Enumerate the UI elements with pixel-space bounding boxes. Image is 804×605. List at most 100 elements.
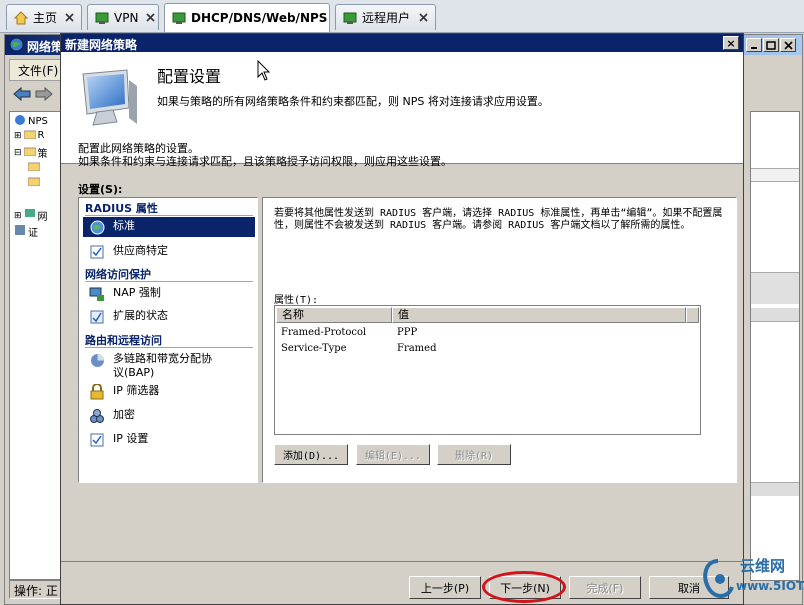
folder-icon [27, 161, 41, 174]
edit-button-label: 编辑(E)... [364, 451, 422, 462]
settings-item-vendor-specific[interactable]: 供应商特定 [83, 242, 255, 262]
settings-item-label: 标准 [113, 219, 135, 232]
section-divider [85, 281, 253, 282]
tree-item[interactable]: NPS [14, 114, 48, 129]
nps-console-title: 网络策 [27, 40, 64, 54]
close-icon[interactable] [63, 12, 75, 24]
settings-item-label: 扩展的状态 [113, 309, 168, 322]
vm-icon [171, 10, 187, 26]
next-button-highlight-ring [482, 571, 566, 603]
remove-button[interactable]: 删除(R) [437, 444, 511, 465]
console-tree: NPS ⊞ R ⊟ 策 ⊞ 网 证 [9, 111, 65, 581]
attributes-label: 属性(T): [274, 295, 319, 306]
checklist-icon [89, 432, 105, 448]
section-header-radius-attributes: RADIUS 属性 [85, 202, 158, 215]
settings-item-label: NAP 强制 [113, 286, 161, 299]
settings-item-standard[interactable]: 标准 [83, 217, 255, 237]
add-button-label: 添加(D)... [282, 451, 340, 462]
settings-detail-panel: 若要将其他属性发送到 RADIUS 客户端，请选择 RADIUS 标准属性，再单… [262, 197, 737, 483]
settings-item-nap-enforcement[interactable]: NAP 强制 [83, 284, 255, 304]
table-row[interactable]: Framed-Protocol PPP [281, 327, 417, 338]
globe-icon [89, 219, 105, 235]
settings-item-encryption[interactable]: 加密 [83, 406, 255, 426]
pie-chart-icon [89, 352, 105, 368]
cancel-button-label: 取消 [678, 581, 700, 595]
tab-label: VPN [114, 10, 139, 25]
column-header-filler [686, 307, 699, 323]
mouse-cursor-icon [257, 59, 271, 85]
actions-header [751, 308, 799, 322]
tree-item-label: 策 [37, 149, 48, 160]
vm-icon [342, 10, 358, 26]
settings-item-bap[interactable]: 多链路和带宽分配协议(BAP) [83, 350, 223, 382]
back-button[interactable]: 上一步(P) [409, 576, 481, 599]
section-header-routing-remote-access: 路由和远程访问 [85, 334, 162, 347]
settings-item-extended-state[interactable]: 扩展的状态 [83, 307, 255, 327]
dialog-title: 新建网络策略 [65, 38, 138, 52]
actions-header [751, 482, 799, 496]
maximize-button[interactable] [763, 38, 779, 52]
nap-enforcement-icon [89, 286, 105, 302]
actions-section [751, 272, 799, 304]
tree-item[interactable] [27, 161, 41, 174]
nps-icon [14, 114, 26, 129]
forward-arrow-icon[interactable] [35, 86, 53, 104]
tab-vpn[interactable]: VPN [87, 4, 159, 30]
add-button[interactable]: 添加(D)... [274, 444, 348, 465]
column-header-name[interactable]: 名称 [276, 307, 392, 323]
edit-button[interactable]: 编辑(E)... [356, 444, 430, 465]
tab-label: DHCP/DNS/Web/NPS [191, 11, 328, 25]
tree-item[interactable] [27, 176, 41, 189]
settings-description: 配置此网络策略的设置。 如果条件和约束与连接请求匹配，且该策略授予访问权限，则应… [78, 142, 452, 168]
section-divider [85, 215, 253, 216]
settings-item-label: IP 筛选器 [113, 384, 160, 397]
close-icon[interactable] [144, 12, 156, 24]
section-divider [85, 347, 253, 348]
tab-remote-user[interactable]: 远程用户 [335, 4, 436, 30]
settings-item-label: 供应商特定 [113, 244, 168, 257]
status-text: 操作: 正 [14, 584, 58, 598]
tree-item[interactable]: ⊞ R [14, 129, 45, 142]
settings-item-ip-settings[interactable]: IP 设置 [83, 430, 255, 450]
nps-icon [9, 37, 24, 55]
tab-dhcp-dns-web-nps[interactable]: DHCP/DNS/Web/NPS [164, 3, 330, 32]
finish-button-label: 完成(F) [586, 581, 624, 595]
dialog-close-button[interactable]: × [723, 36, 739, 50]
watermark-url: www.5IOT.com [736, 579, 804, 593]
radius-instructions: 若要将其他属性发送到 RADIUS 客户端，请选择 RADIUS 标准属性，再单… [274, 208, 723, 231]
footer-divider [61, 561, 743, 562]
section-header-network-access-protection: 网络访问保护 [85, 268, 151, 281]
attribute-name: Framed-Protocol [281, 327, 367, 338]
folder-icon [23, 129, 37, 142]
column-header-value[interactable]: 值 [392, 307, 686, 323]
settings-item-label: 加密 [113, 408, 135, 421]
close-icon[interactable] [417, 12, 429, 24]
tree-item[interactable]: 证 [14, 224, 38, 239]
close-button[interactable] [780, 38, 796, 52]
tree-item[interactable]: ⊟ 策 [14, 145, 48, 160]
finish-button[interactable]: 完成(F) [569, 576, 641, 599]
tree-item-label: NPS [28, 116, 48, 127]
tree-item[interactable]: ⊞ 网 [14, 208, 48, 223]
attributes-list-header: 名称 值 [276, 307, 699, 323]
minimize-button[interactable] [746, 38, 762, 52]
table-row[interactable]: Service-Type Framed [281, 343, 436, 354]
monitor-icon [79, 68, 141, 133]
vm-icon [94, 10, 110, 26]
watermark-text: 云维网 [740, 557, 786, 575]
watermark: 云维网 www.5IOT.com [700, 555, 804, 605]
settings-item-label: IP 设置 [113, 432, 149, 445]
attributes-list[interactable]: 名称 值 Framed-Protocol PPP Service-Type Fr… [274, 305, 701, 435]
back-button-label: 上一步(P) [420, 581, 470, 595]
tab-home[interactable]: 主页 [6, 4, 82, 30]
remove-button-label: 删除(R) [454, 451, 494, 462]
back-arrow-icon[interactable] [13, 86, 31, 104]
page-title: 配置设置 [157, 67, 222, 86]
tree-item-label: 网 [37, 212, 48, 223]
settings-item-ip-filters[interactable]: IP 筛选器 [83, 382, 255, 402]
settings-item-label: 多链路和带宽分配协议(BAP) [113, 352, 212, 379]
extended-state-icon [89, 309, 105, 325]
key-icon [89, 408, 105, 424]
actions-header [751, 168, 799, 182]
close-icon: × [726, 36, 736, 50]
